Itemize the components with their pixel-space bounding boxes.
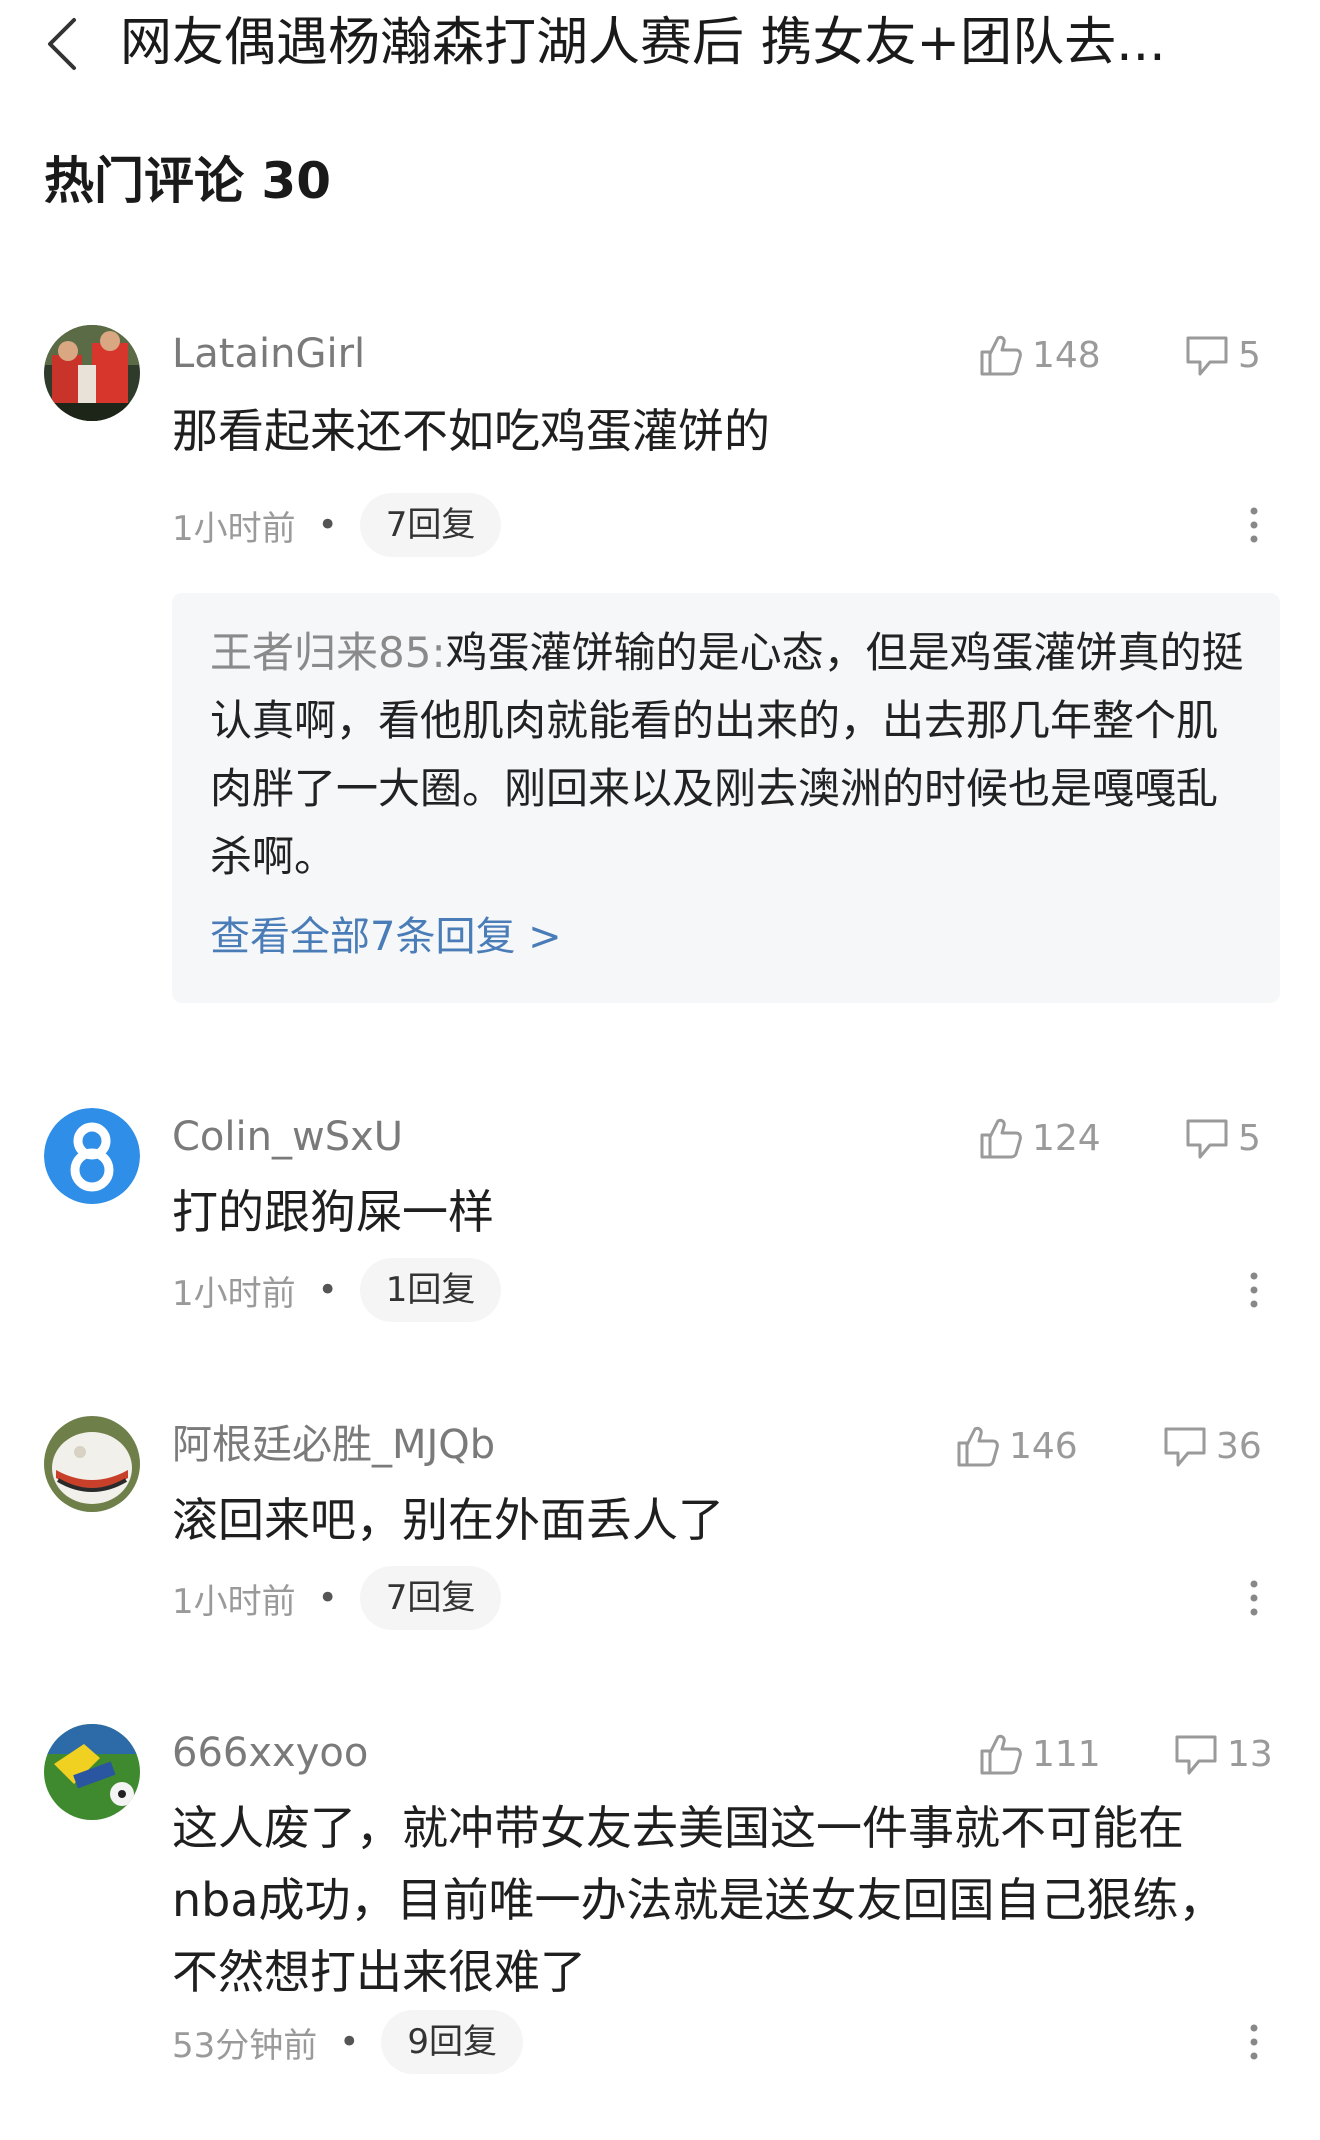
comment-icon (1186, 336, 1228, 376)
comment-text: 这人废了，就冲带女友去美国这一件事就不可能在nba成功，目前唯一办法就是送女友回… (172, 1801, 1225, 1999)
like-button[interactable]: 111 (978, 1728, 1101, 1780)
reply-count: 5 (1238, 1117, 1261, 1159)
view-all-replies-link[interactable]: 查看全部7条回复 > (210, 911, 562, 963)
comment-item: LatainGirl 148 5 那看起来还不如吃鸡蛋灌饼的 1小时前 • 7回… (0, 325, 1320, 1025)
comment-time: 1小时前 (172, 1273, 296, 1314)
comment-meta: 1小时前 • 1回复 (172, 1258, 502, 1322)
replies-button[interactable]: 7回复 (359, 493, 502, 557)
comment-item: 阿根廷必胜_MJQb 146 36 滚回来吧，别在外面丢人了 1小时前 • 7回… (0, 1416, 1320, 1646)
reply-button[interactable]: 36 (1162, 1420, 1262, 1472)
hot-comments-heading: 热门评论 30 (44, 152, 331, 210)
thumbs-up-icon (957, 1426, 999, 1467)
chevron-left-icon (48, 18, 76, 70)
username[interactable]: 666xxyoo (172, 1728, 368, 1778)
username[interactable]: 阿根廷必胜_MJQb (172, 1420, 495, 1470)
reply-count: 36 (1216, 1425, 1262, 1467)
replies-button[interactable]: 7回复 (359, 1566, 502, 1630)
thumbs-up-icon (980, 1118, 1022, 1159)
like-button[interactable]: 148 (978, 329, 1101, 381)
comment-icon (1186, 1119, 1228, 1159)
avatar[interactable] (44, 1108, 140, 1204)
replies-button[interactable]: 9回复 (381, 2010, 523, 2074)
comment-time: 1小时前 (172, 1581, 296, 1622)
top-nav-bar: 网友偶遇杨瀚森打湖人赛后 携女友+团队去... (0, 0, 1320, 90)
replies-button[interactable]: 1回复 (359, 1258, 502, 1322)
separator-dot: • (339, 2022, 360, 2062)
comment-time: 1小时前 (172, 508, 296, 549)
separator-dot: • (317, 1270, 338, 1310)
username[interactable]: LatainGirl (172, 329, 365, 379)
reply-author[interactable]: 王者归来85: (210, 628, 446, 677)
user-avatar-image (44, 1416, 140, 1512)
more-options-icon[interactable] (1248, 1270, 1260, 1310)
comment-time: 53分钟前 (172, 2025, 318, 2066)
reply-count: 5 (1238, 334, 1261, 376)
reply-preview-box[interactable]: 王者归来85:鸡蛋灌饼输的是心态，但是鸡蛋灌饼真的挺认真啊，看他肌肉就能看的出来… (172, 593, 1280, 1003)
reply-button[interactable]: 5 (1184, 329, 1261, 381)
user-avatar-image (44, 325, 140, 421)
comment-text: 滚回来吧，别在外面丢人了 (172, 1493, 724, 1547)
thumbs-up-icon (980, 1734, 1022, 1775)
comment-meta: 1小时前 • 7回复 (172, 1566, 502, 1630)
reply-button[interactable]: 13 (1173, 1728, 1273, 1780)
like-count: 146 (1009, 1425, 1078, 1467)
like-count: 111 (1032, 1733, 1101, 1775)
avatar[interactable] (44, 1724, 140, 1820)
comment-icon (1175, 1735, 1217, 1775)
separator-dot: • (317, 1578, 338, 1618)
comment-meta: 53分钟前 • 9回复 (172, 2010, 523, 2074)
thumbs-up-icon (980, 335, 1022, 376)
reply-button[interactable]: 5 (1184, 1112, 1261, 1164)
more-options-icon[interactable] (1248, 505, 1260, 545)
page-title: 网友偶遇杨瀚森打湖人赛后 携女友+团队去... (120, 13, 1166, 73)
username[interactable]: Colin_wSxU (172, 1112, 403, 1162)
avatar[interactable] (44, 325, 140, 421)
back-button[interactable] (40, 14, 86, 74)
like-count: 124 (1032, 1117, 1101, 1159)
comment-item: 666xxyoo 111 13 这人废了，就冲带女友去美国这一件事就不可能在nb… (0, 1724, 1320, 2124)
like-button[interactable]: 124 (978, 1112, 1101, 1164)
user-avatar-image (44, 1108, 140, 1204)
comment-text: 打的跟狗屎一样 (172, 1185, 494, 1239)
user-avatar-image (44, 1724, 140, 1820)
comment-icon (1164, 1427, 1206, 1467)
like-count: 148 (1032, 334, 1101, 376)
more-options-icon[interactable] (1248, 1578, 1260, 1618)
separator-dot: • (317, 505, 338, 545)
reply-preview-text: 王者归来85:鸡蛋灌饼输的是心态，但是鸡蛋灌饼真的挺认真啊，看他肌肉就能看的出来… (210, 619, 1250, 891)
avatar[interactable] (44, 1416, 140, 1512)
reply-count: 13 (1227, 1733, 1273, 1775)
comment-text: 那看起来还不如吃鸡蛋灌饼的 (172, 404, 770, 458)
like-button[interactable]: 146 (955, 1420, 1078, 1472)
comment-item: Colin_wSxU 124 5 打的跟狗屎一样 1小时前 • 1回复 (0, 1108, 1320, 1338)
comment-meta: 1小时前 • 7回复 (172, 493, 502, 557)
more-options-icon[interactable] (1248, 2022, 1260, 2062)
